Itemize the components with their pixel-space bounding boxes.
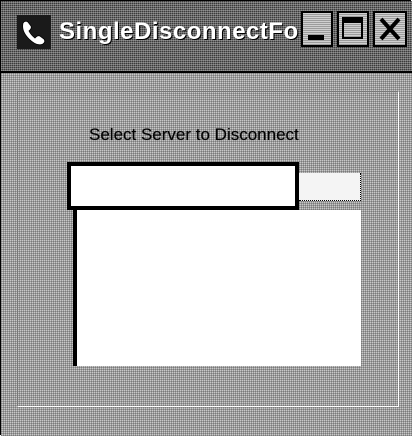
- title-bar[interactable]: SingleDisconnectFo...: [1, 1, 412, 73]
- dialog-client-area: Select Server to Disconnect: [1, 73, 412, 436]
- single-disconnect-window: SingleDisconnectFo... Select Server to D…: [0, 0, 412, 436]
- close-icon: [379, 17, 401, 41]
- server-input[interactable]: [73, 168, 293, 204]
- server-combo-box[interactable]: [67, 162, 299, 210]
- maximize-icon: [342, 17, 363, 39]
- window-title: SingleDisconnectFo...: [59, 18, 299, 45]
- minimize-button[interactable]: [301, 11, 333, 47]
- telephone-handset-icon: [17, 15, 51, 49]
- maximize-button[interactable]: [337, 11, 369, 47]
- server-list[interactable]: [73, 210, 361, 366]
- server-dropdown-button[interactable]: [299, 173, 361, 201]
- select-server-label: Select Server to Disconnect: [89, 125, 299, 144]
- minimize-icon: [308, 35, 324, 40]
- close-button[interactable]: [373, 11, 407, 47]
